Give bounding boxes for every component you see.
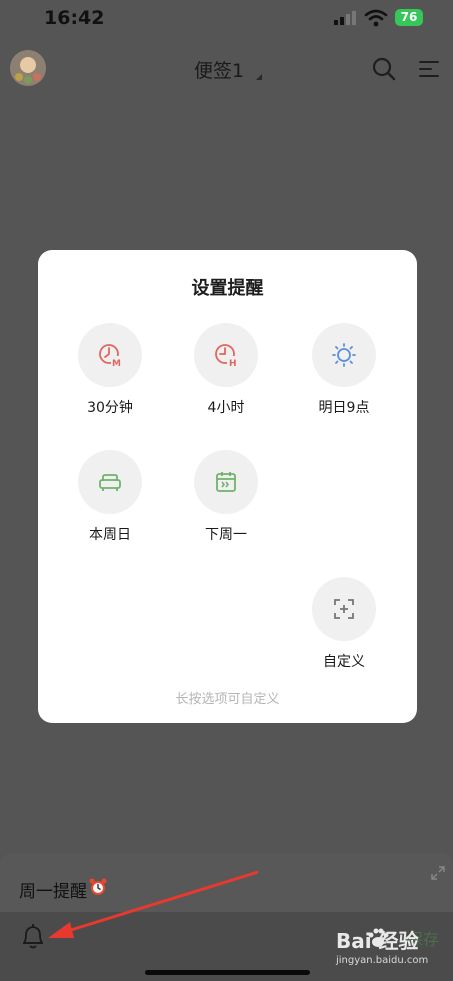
reminder-dialog: 设置提醒 M 30分钟 H 4小时 明日9点 本周日 下周一 自定义 长按选项可… [38, 250, 417, 723]
option-4-hours[interactable]: H 4小时 [176, 323, 276, 423]
add-frame-icon [334, 599, 354, 619]
option-icon-circle [194, 450, 258, 514]
dialog-hint: 长按选项可自定义 [175, 692, 280, 707]
search-icon[interactable] [371, 56, 397, 82]
battery-indicator: 76 [395, 9, 423, 26]
option-30-minutes[interactable]: M 30分钟 [60, 323, 160, 423]
app-header: 便签1 [0, 44, 453, 94]
wifi-icon [364, 9, 388, 27]
option-next-monday[interactable]: 下周一 [176, 450, 276, 550]
option-custom[interactable]: 自定义 [294, 577, 394, 677]
status-bar: 16:42 76 [0, 0, 453, 40]
menu-icon[interactable] [417, 57, 441, 81]
option-icon-circle [312, 577, 376, 641]
caret-icon [256, 74, 262, 80]
annotation-arrow-icon [48, 870, 259, 938]
sofa-icon [99, 474, 121, 491]
status-time: 16:42 [44, 7, 105, 29]
avatar-icon[interactable] [10, 50, 46, 86]
note-title-selector[interactable]: 便签1 [180, 56, 275, 84]
option-icon-circle [312, 323, 376, 387]
option-this-sunday[interactable]: 本周日 [60, 450, 160, 550]
paw-icon [368, 928, 389, 947]
svg-text:H: H [229, 359, 237, 368]
dialog-title: 设置提醒 [191, 278, 264, 299]
cellular-signal-icon [334, 11, 356, 25]
home-indicator [145, 970, 310, 975]
avatar-image [10, 50, 46, 86]
option-icon-circle [78, 450, 142, 514]
expand-icon[interactable] [431, 866, 445, 880]
option-icon-circle: M [78, 323, 142, 387]
note-title: 便签1 [194, 60, 245, 82]
option-label: 4小时 [207, 400, 245, 416]
option-icon-circle: H [194, 323, 258, 387]
clock-m-icon: M [99, 344, 122, 368]
sun-icon [332, 343, 356, 367]
option-label: 本周日 [89, 527, 131, 543]
clock-h-icon: H [215, 344, 238, 368]
option-label: 下周一 [205, 527, 247, 543]
watermark-url: jingyan.baidu.com [336, 955, 429, 966]
option-tomorrow-9am[interactable]: 明日9点 [294, 323, 394, 423]
svg-text:M: M [112, 359, 121, 368]
option-label: 30分钟 [87, 400, 133, 416]
watermark: Bai 经验 jingyan.baidu.com [336, 925, 446, 971]
option-label: 明日9点 [318, 400, 370, 416]
calendar-icon [216, 472, 236, 492]
option-label: 自定义 [323, 654, 365, 670]
